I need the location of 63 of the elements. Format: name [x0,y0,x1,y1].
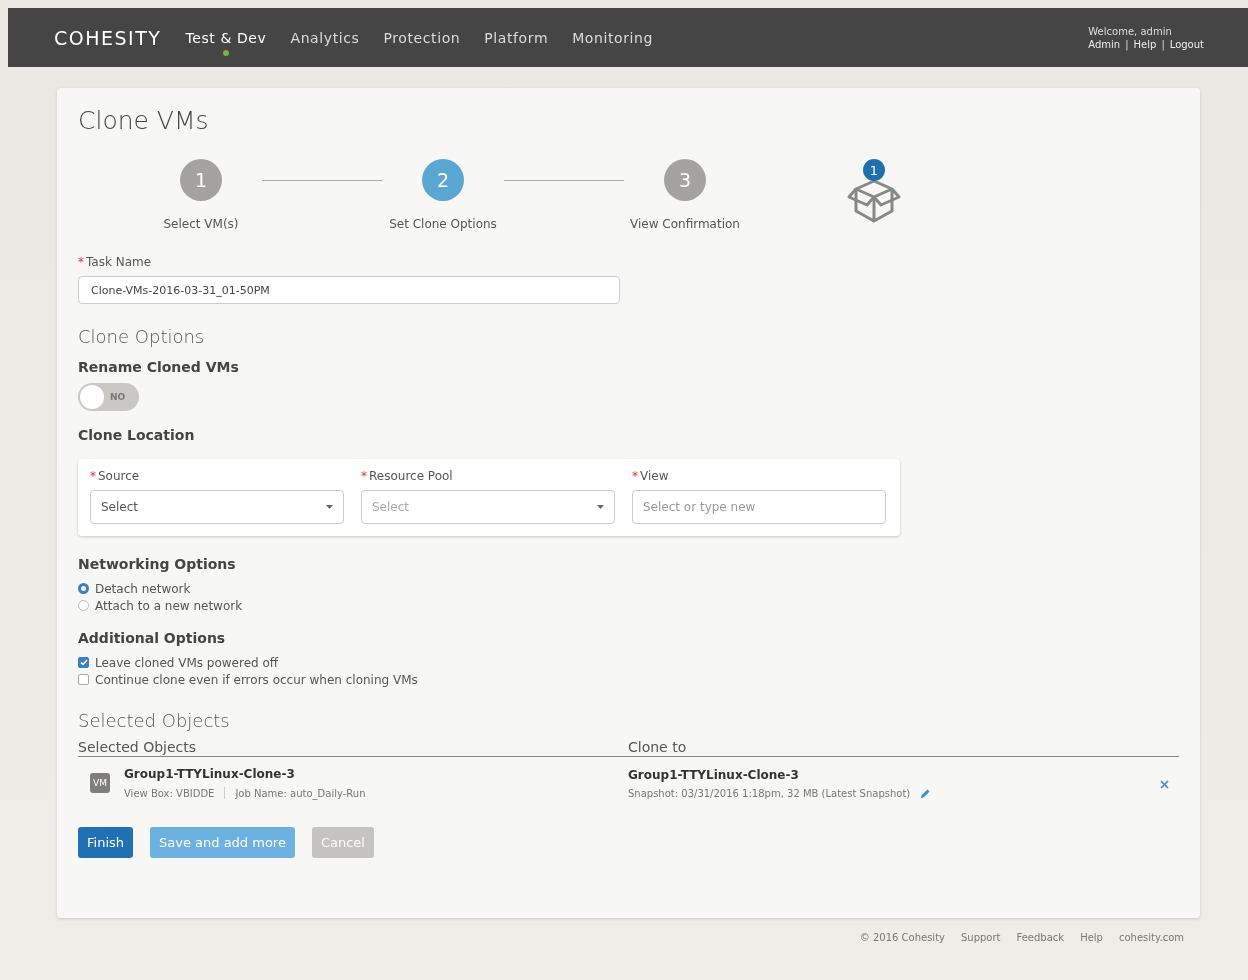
clone-name: Group1-TTYLinux-Clone-3 [628,767,800,782]
close-icon [1159,779,1169,789]
object-name: Group1-TTYLinux-Clone-3 [124,767,296,781]
required-mark: * [90,469,96,483]
field-label: Resource Pool [369,469,453,483]
job-name-text: Job Name: auto_Daily-Run [235,787,366,799]
subsection-title: Rename Cloned VMs [78,359,240,375]
footer-link[interactable]: cohesity.com [1118,932,1184,943]
view-box-text: View Box: VBIDDE [124,787,215,799]
checkbox[interactable] [78,657,89,668]
separator-text: | [1125,38,1129,50]
footer-link[interactable]: Feedback [1016,932,1065,943]
step-label: View Confirmation [630,217,740,231]
caret-icon [597,505,604,509]
count-badge: 1 [863,159,885,181]
required-mark: * [632,469,638,483]
step-circle: 1 [180,159,222,201]
nav-tab[interactable]: Platform [484,19,549,56]
column-header: Selected Objects [78,739,198,755]
header-link[interactable]: Logout [1169,38,1204,50]
task-name-field[interactable]: Clone-VMs-2016-03-31_01-50PM [78,276,620,304]
footer-link[interactable]: © 2016 Cohesity [859,932,945,943]
select-field[interactable]: Select [90,490,344,524]
option-label: Leave cloned VMs powered off [95,655,279,670]
radio-button[interactable] [78,583,89,594]
vm-badge: VM [90,773,110,793]
subsection-title: Networking Options [78,556,237,572]
welcome-text: Welcome, admin [1088,25,1173,37]
section-title: Clone Options [78,326,206,347]
field-label: Source [98,469,140,483]
separator-text: | [1161,38,1165,50]
field-label: View [640,469,669,483]
step-circle: 2 [422,159,464,201]
step-label: Set Clone Options [389,217,497,231]
nav-tab[interactable]: Protection [383,19,461,56]
footer-link[interactable]: Support [961,932,1001,943]
subsection-title: Clone Location [78,427,196,443]
checkbox[interactable] [78,674,89,685]
header-link[interactable]: Admin [1088,38,1121,50]
view-field[interactable]: Select or type new [632,490,886,524]
nav-tab[interactable]: Analytics [290,19,360,56]
option-label: Continue clone even if errors occur when cloning VMs [95,672,418,687]
radio-button[interactable] [78,600,89,611]
nav-tab[interactable]: Test & Dev [185,19,267,56]
option-label: Attach to a new network [95,598,243,613]
pencil-icon[interactable] [920,787,932,799]
step-circle: 3 [664,159,706,201]
footer-link[interactable]: Help [1080,932,1103,943]
header-link[interactable]: Help [1133,38,1157,50]
logo: COHESITY [54,26,162,49]
column-header: Clone to [628,739,688,755]
caret-icon [326,505,333,509]
required-mark: * [78,255,84,269]
action-button[interactable]: Finish [78,827,133,858]
option-label: Detach network [95,581,191,596]
subsection-title: Additional Options [78,630,227,646]
field-label: Task Name [86,255,152,269]
page-title: Clone VMs [78,106,210,135]
nav-tab[interactable]: Monitoring [572,19,653,56]
section-title: Selected Objects [78,710,231,731]
step-label: Select VM(s) [163,217,239,231]
required-mark: * [361,469,367,483]
snapshot-text: Snapshot: 03/31/2016 1:18pm, 32 MB (Latest Snapshot) [628,787,911,799]
